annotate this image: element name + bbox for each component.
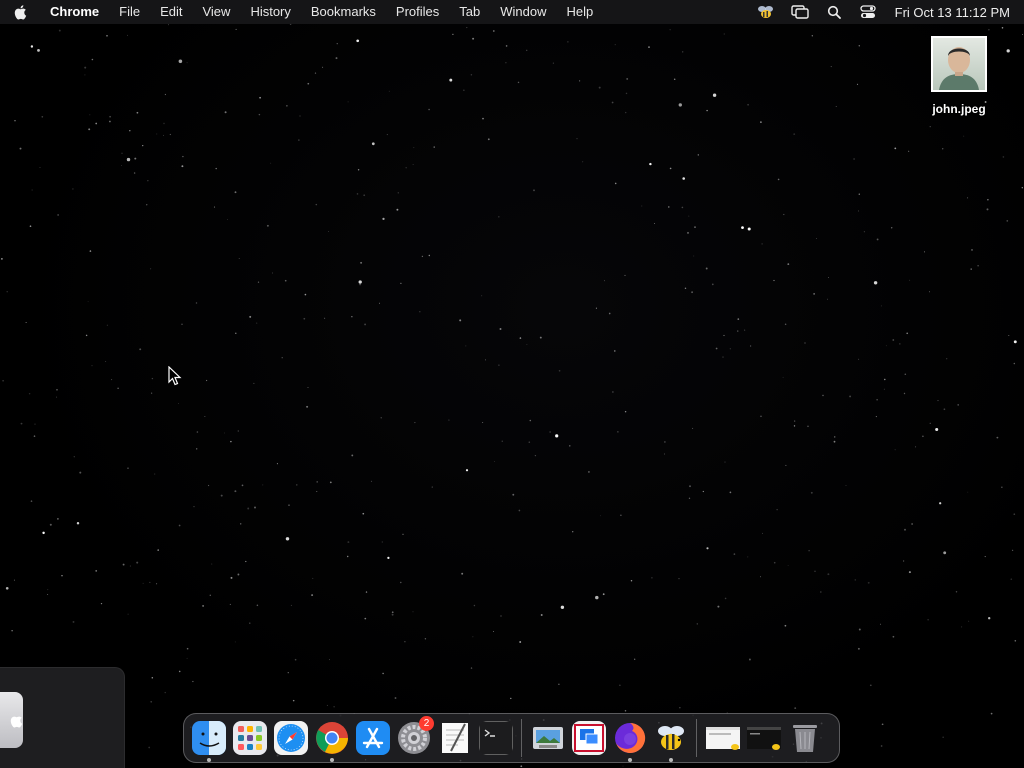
dock-trash[interactable] [784, 713, 825, 763]
menu-window[interactable]: Window [490, 0, 556, 24]
safari-icon [273, 721, 308, 755]
bee-icon[interactable] [749, 0, 783, 24]
dock-minimized-window-2[interactable] [743, 713, 784, 763]
menu-bar: Chrome File Edit View History Bookmarks … [0, 0, 1024, 24]
dock-app-store[interactable] [352, 713, 393, 763]
spotlight-search-icon[interactable] [817, 0, 851, 24]
finder-icon [191, 721, 226, 755]
apple-logo-icon [0, 692, 23, 748]
starfield-wallpaper [1, 23, 1024, 768]
menu-help[interactable]: Help [557, 0, 604, 24]
offscreen-window[interactable] [0, 667, 125, 768]
menu-app-name[interactable]: Chrome [40, 0, 109, 24]
dock-finder[interactable] [188, 713, 229, 763]
menu-tab[interactable]: Tab [449, 0, 490, 24]
dock-chrome[interactable] [311, 713, 352, 763]
bee-app-icon [654, 721, 688, 755]
dock-safari[interactable] [270, 713, 311, 763]
dock-minimized-window-1[interactable] [702, 713, 743, 763]
status-area: Fri Oct 13 11:12 PM [749, 0, 1024, 24]
launchpad-icon [232, 721, 267, 755]
mouse-pointer-icon [168, 366, 182, 386]
chrome-icon [315, 721, 349, 755]
dock-launchpad[interactable] [229, 713, 270, 763]
dock-system-settings[interactable]: 2 [393, 713, 434, 763]
minimized-window-icon [746, 721, 781, 755]
file-name-label: john.jpeg [932, 102, 986, 116]
running-indicator [627, 758, 632, 762]
preview-icon [531, 721, 565, 755]
terminal-icon [478, 721, 513, 755]
trash-icon [788, 721, 822, 755]
running-indicator [668, 758, 673, 762]
dock-textedit[interactable] [434, 713, 475, 763]
running-indicator [206, 758, 211, 762]
dock: 2 [183, 713, 840, 763]
textedit-icon [438, 721, 472, 755]
app-store-icon [355, 721, 390, 755]
menu-clock[interactable]: Fri Oct 13 11:12 PM [885, 5, 1010, 20]
portrait-thumbnail-icon [931, 36, 987, 92]
menu-edit[interactable]: Edit [150, 0, 192, 24]
dock-firefox[interactable] [609, 713, 650, 763]
firefox-icon [613, 721, 647, 755]
apple-menu-icon[interactable] [0, 0, 40, 24]
menu-view[interactable]: View [192, 0, 240, 24]
minimized-window-icon [705, 721, 740, 755]
dock-bee-app[interactable] [650, 713, 691, 763]
dock-separator [521, 719, 522, 757]
menu-file[interactable]: File [109, 0, 150, 24]
running-indicator [329, 758, 334, 762]
remote-desktop-icon [571, 721, 606, 755]
dock-remote-desktop[interactable] [568, 713, 609, 763]
menu-bookmarks[interactable]: Bookmarks [301, 0, 386, 24]
dock-terminal[interactable] [475, 713, 516, 763]
desktop[interactable] [0, 0, 1024, 768]
dock-preview[interactable] [527, 713, 568, 763]
menu-profiles[interactable]: Profiles [386, 0, 449, 24]
control-center-icon[interactable] [851, 0, 885, 24]
desktop-file-john[interactable]: john.jpeg [924, 36, 994, 116]
dock-separator [696, 719, 697, 757]
menu-history[interactable]: History [240, 0, 300, 24]
notification-badge: 2 [419, 716, 434, 731]
screen-mirroring-icon[interactable] [783, 0, 817, 24]
